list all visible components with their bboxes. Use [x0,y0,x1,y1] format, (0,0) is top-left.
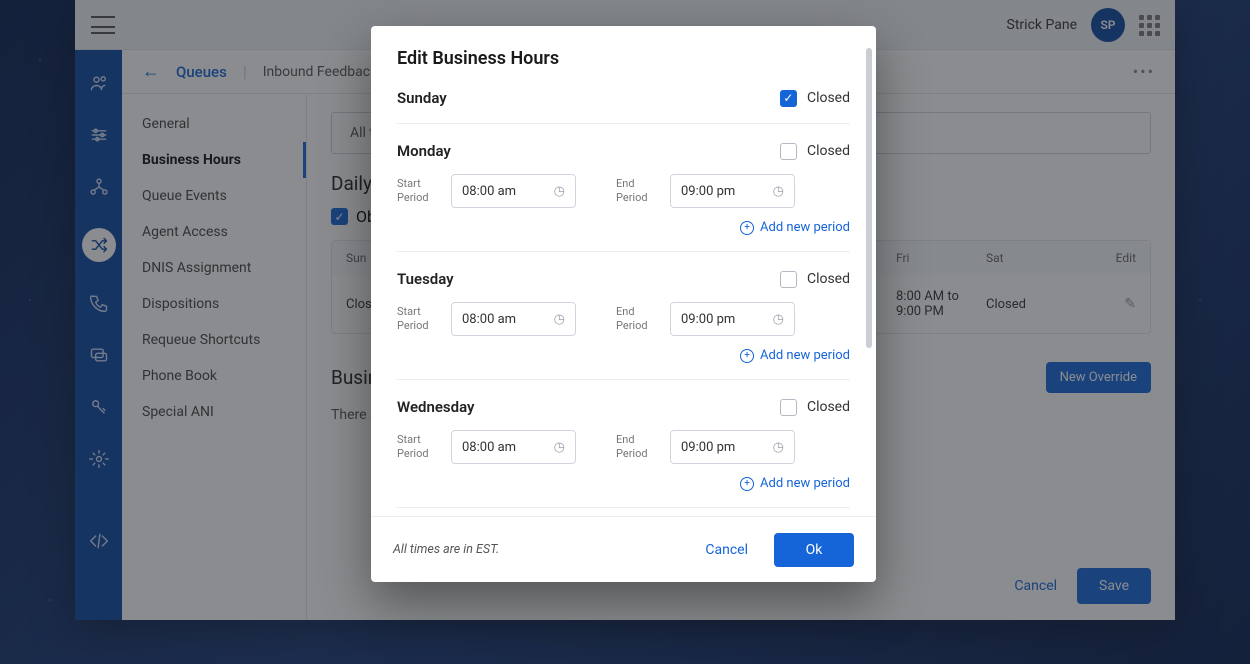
timezone-note: All times are in EST. [393,542,499,557]
day-block-wednesday: Wednesday Closed Start Period 08:00 am◷ … [397,398,850,508]
clock-icon: ◷ [773,184,784,199]
modal-cancel-button[interactable]: Cancel [705,542,748,558]
clock-icon: ◷ [773,312,784,327]
modal-ok-button[interactable]: Ok [774,533,854,567]
end-time-input-tuesday[interactable]: 09:00 pm◷ [670,302,795,336]
clock-icon: ◷ [554,440,565,455]
day-name: Monday [397,142,451,160]
plus-icon: + [740,349,754,363]
end-time-input-wednesday[interactable]: 09:00 pm◷ [670,430,795,464]
day-name: Wednesday [397,398,474,416]
clock-icon: ◷ [773,440,784,455]
closed-checkbox-wednesday[interactable] [780,399,797,416]
edit-hours-modal: Edit Business Hours Sunday ✓ Closed Mond… [371,26,876,582]
plus-icon: + [740,477,754,491]
closed-checkbox-monday[interactable] [780,143,797,160]
end-time-input-monday[interactable]: 09:00 pm◷ [670,174,795,208]
start-time-input-wednesday[interactable]: 08:00 am◷ [451,430,576,464]
closed-checkbox-sunday[interactable]: ✓ [780,90,797,107]
day-name: Tuesday [397,270,454,288]
start-period-label: Start Period [397,177,437,206]
closed-checkbox-tuesday[interactable] [780,271,797,288]
clock-icon: ◷ [554,312,565,327]
add-period-link-wednesday[interactable]: +Add new period [740,476,850,491]
day-block-tuesday: Tuesday Closed Start Period 08:00 am◷ En… [397,270,850,380]
add-period-link-monday[interactable]: +Add new period [740,220,850,235]
start-time-input-monday[interactable]: 08:00 am◷ [451,174,576,208]
add-period-link-tuesday[interactable]: +Add new period [740,348,850,363]
modal-title: Edit Business Hours [397,48,850,69]
start-time-input-tuesday[interactable]: 08:00 am◷ [451,302,576,336]
closed-label: Closed [807,90,850,106]
modal-scrollbar[interactable] [866,48,872,348]
day-block-sunday: Sunday ✓ Closed [397,89,850,124]
end-period-label: End Period [616,177,656,206]
clock-icon: ◷ [554,184,565,199]
plus-icon: + [740,221,754,235]
day-name: Sunday [397,89,447,107]
day-block-monday: Monday Closed Start Period 08:00 am◷ End… [397,142,850,252]
